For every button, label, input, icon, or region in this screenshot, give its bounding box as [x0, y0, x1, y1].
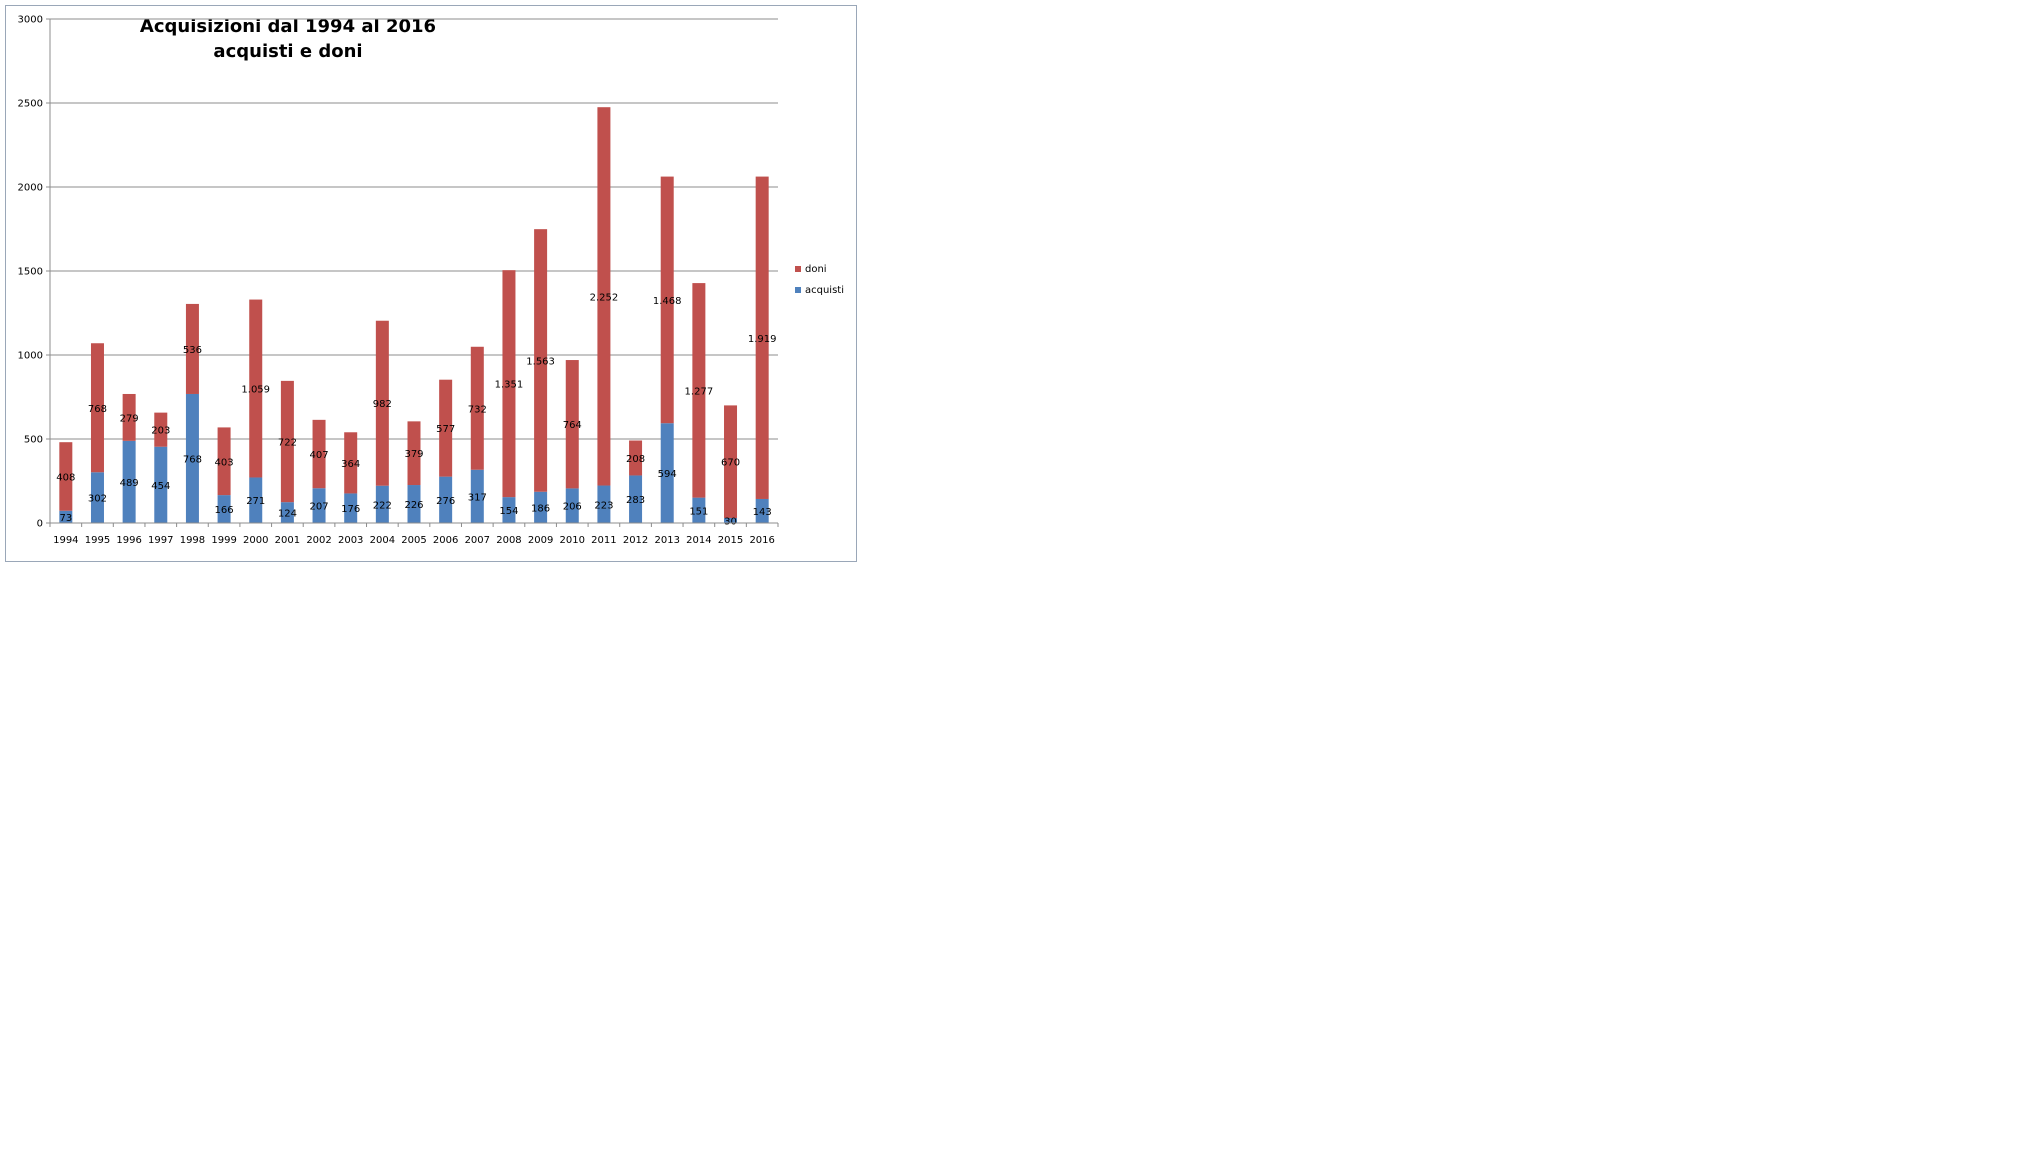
y-tick-label: 3000	[18, 15, 43, 26]
data-label-doni: 1.277	[685, 386, 714, 397]
x-tick-label: 2008	[496, 535, 521, 546]
data-label-doni: 1.563	[526, 356, 555, 367]
data-label-doni: 1.468	[653, 296, 682, 307]
data-label-acquisti: 176	[341, 504, 360, 515]
bars: 73 408 302 768 489 279 454 203 768 536 166 403 271 1.…	[56, 107, 776, 527]
data-label-acquisti: 223	[594, 500, 613, 511]
data-label-doni: 279	[120, 413, 139, 424]
x-tick-label: 2005	[401, 535, 426, 546]
data-label-acquisti: 226	[404, 500, 423, 511]
data-label-doni: 1.919	[748, 334, 777, 345]
data-label-acquisti: 186	[531, 503, 550, 514]
data-label-acquisti: 30	[724, 516, 737, 527]
data-label-acquisti: 317	[468, 492, 487, 503]
x-tick-label: 1996	[116, 535, 141, 546]
y-tick-label: 2000	[18, 183, 43, 194]
x-tick-label: 2016	[749, 535, 774, 546]
x-tick-label: 1999	[211, 535, 236, 546]
data-label-acquisti: 489	[120, 478, 139, 489]
legend-label-doni: doni	[805, 264, 827, 275]
x-tick-label: 2013	[654, 535, 679, 546]
data-label-doni: 2.252	[590, 292, 619, 303]
data-label-acquisti: 276	[436, 496, 455, 507]
data-label-acquisti: 124	[278, 509, 297, 520]
data-label-doni: 732	[468, 404, 487, 415]
data-label-doni: 768	[88, 404, 107, 415]
data-label-acquisti: 302	[88, 494, 107, 505]
data-label-acquisti: 154	[499, 506, 518, 517]
data-label-acquisti: 283	[626, 495, 645, 506]
data-label-acquisti: 73	[59, 513, 72, 524]
x-tick-label: 1994	[53, 535, 78, 546]
data-label-acquisti: 594	[658, 469, 677, 480]
x-tick-label: 2015	[718, 535, 743, 546]
data-label-doni: 1.351	[495, 380, 524, 391]
data-label-doni: 403	[215, 457, 234, 468]
legend-swatch-doni	[795, 266, 801, 272]
x-tick-label: 1998	[180, 535, 205, 546]
y-tick-label: 1500	[18, 267, 43, 278]
legend: doni acquisti	[795, 264, 844, 296]
x-tick-label: 1995	[85, 535, 110, 546]
data-label-acquisti: 222	[373, 500, 392, 511]
data-label-acquisti: 271	[246, 496, 265, 507]
x-tick-label: 2003	[338, 535, 363, 546]
x-tick-label: 2006	[433, 535, 458, 546]
data-label-acquisti: 207	[309, 502, 328, 513]
stacked-bar-chart: 73 408 302 768 489 279 454 203 768 536 166 403 271 1.…	[18, 15, 844, 547]
data-label-acquisti: 166	[215, 505, 234, 516]
data-label-acquisti: 143	[753, 507, 772, 518]
data-label-doni: 364	[341, 459, 360, 470]
data-label-doni: 577	[436, 424, 455, 435]
data-label-doni: 407	[309, 450, 328, 461]
data-label-doni: 203	[151, 426, 170, 437]
legend-swatch-acquisti	[795, 287, 801, 293]
x-tick-label: 2012	[623, 535, 648, 546]
y-tick-label: 0	[37, 519, 43, 530]
y-tick-label: 500	[24, 435, 43, 446]
data-label-doni: 764	[563, 420, 582, 431]
data-label-acquisti: 768	[183, 454, 202, 465]
y-tick-label: 1000	[18, 351, 43, 362]
x-tick-label: 2010	[560, 535, 585, 546]
data-label-doni: 722	[278, 438, 297, 449]
legend-label-acquisti: acquisti	[805, 285, 844, 296]
x-tick-label: 2011	[591, 535, 616, 546]
x-tick-label: 1997	[148, 535, 173, 546]
data-label-acquisti: 151	[689, 506, 708, 517]
x-tick-label: 2001	[275, 535, 300, 546]
data-label-doni: 379	[404, 449, 423, 460]
data-label-acquisti: 454	[151, 481, 170, 492]
data-label-doni: 1.059	[241, 385, 270, 396]
x-tick-label: 2009	[528, 535, 553, 546]
y-tick-label: 2500	[18, 99, 43, 110]
data-label-doni: 536	[183, 345, 202, 356]
data-label-doni: 670	[721, 458, 740, 469]
data-label-doni: 408	[56, 472, 75, 483]
data-label-doni: 208	[626, 454, 645, 465]
data-label-acquisti: 206	[563, 502, 582, 513]
x-tick-label: 2014	[686, 535, 711, 546]
x-tick-label: 2002	[306, 535, 331, 546]
data-label-doni: 982	[373, 399, 392, 410]
x-tick-label: 2000	[243, 535, 268, 546]
x-tick-label: 2007	[465, 535, 490, 546]
x-tick-label: 2004	[370, 535, 395, 546]
